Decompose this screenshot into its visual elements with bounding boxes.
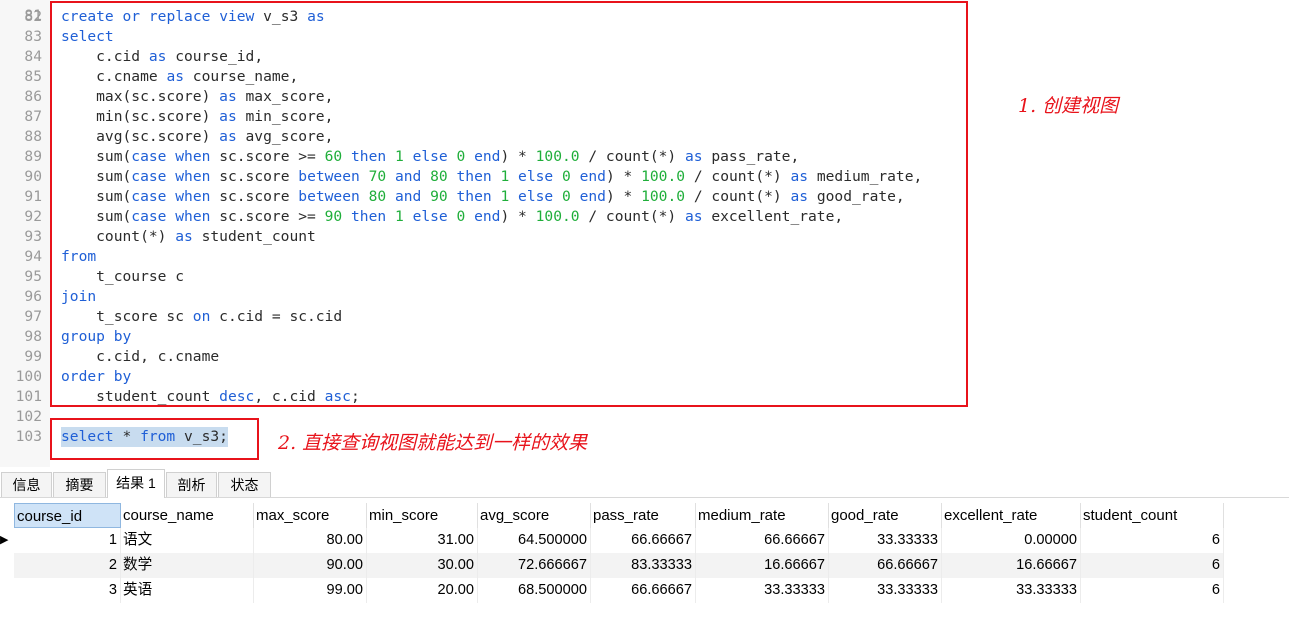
line-number: 89 bbox=[24, 148, 42, 165]
line-number: 91 bbox=[24, 188, 42, 205]
table-cell-pass-rate[interactable]: 83.33333 bbox=[591, 553, 696, 578]
column-header-medium-rate[interactable]: medium_rate bbox=[696, 503, 829, 528]
table-cell-avg-score[interactable]: 68.500000 bbox=[478, 578, 591, 603]
line-number: 92 bbox=[24, 208, 42, 225]
table-cell-max-score[interactable]: 80.00 bbox=[254, 528, 367, 553]
table-cell-course-name[interactable]: 英语 bbox=[121, 578, 254, 603]
table-cell-min-score[interactable]: 31.00 bbox=[367, 528, 478, 553]
table-cell-avg-score[interactable]: 64.500000 bbox=[478, 528, 591, 553]
tab-result-1[interactable]: 结果 1 bbox=[107, 469, 165, 498]
table-cell-course-id[interactable]: 3 bbox=[14, 578, 121, 603]
table-cell-medium-rate[interactable]: 16.66667 bbox=[696, 553, 829, 578]
column-header-student-count[interactable]: student_count bbox=[1081, 503, 1224, 528]
line-number: 101 bbox=[15, 388, 42, 405]
line-number: 94 bbox=[24, 248, 42, 265]
table-cell-max-score[interactable]: 90.00 bbox=[254, 553, 367, 578]
line-number: 98 bbox=[24, 328, 42, 345]
table-cell-good-rate[interactable]: 66.66667 bbox=[829, 553, 942, 578]
table-cell-avg-score[interactable]: 72.666667 bbox=[478, 553, 591, 578]
column-header-max-score[interactable]: max_score bbox=[254, 503, 367, 528]
column-header-pass-rate[interactable]: pass_rate bbox=[591, 503, 696, 528]
annotation-query-view: 2. 直接查询视图就能达到一样的效果 bbox=[278, 432, 588, 454]
column-header-avg-score[interactable]: avg_score bbox=[478, 503, 591, 528]
table-cell-medium-rate[interactable]: 66.66667 bbox=[696, 528, 829, 553]
tab-profile[interactable]: 剖析 bbox=[166, 472, 217, 497]
table-cell-medium-rate[interactable]: 33.33333 bbox=[696, 578, 829, 603]
table-cell-min-score[interactable]: 30.00 bbox=[367, 553, 478, 578]
line-number: 87 bbox=[24, 108, 42, 125]
tab-status[interactable]: 状态 bbox=[218, 472, 271, 497]
line-number: 99 bbox=[24, 348, 42, 365]
column-header-good-rate[interactable]: good_rate bbox=[829, 503, 942, 528]
line-number: 83 bbox=[24, 28, 42, 45]
table-cell-course-name[interactable]: 语文 bbox=[121, 528, 254, 553]
line-number: 93 bbox=[24, 228, 42, 245]
line-number: 103 bbox=[15, 428, 42, 445]
table-cell-good-rate[interactable]: 33.33333 bbox=[829, 578, 942, 603]
table-cell-good-rate[interactable]: 33.33333 bbox=[829, 528, 942, 553]
line-number: 96 bbox=[24, 288, 42, 305]
line-number: 100 bbox=[15, 368, 42, 385]
line-number: 82 bbox=[24, 8, 42, 25]
table-cell-course-name[interactable]: 数学 bbox=[121, 553, 254, 578]
line-number: 95 bbox=[24, 268, 42, 285]
line-number: 88 bbox=[24, 128, 42, 145]
column-header-excellent-rate[interactable]: excellent_rate bbox=[942, 503, 1081, 528]
table-cell-course-id[interactable]: 2 bbox=[14, 553, 121, 578]
view-definition-highlight-box bbox=[50, 1, 968, 407]
table-cell-course-id[interactable]: 1 bbox=[14, 528, 121, 553]
current-row-indicator-icon: ▶ bbox=[0, 534, 9, 546]
partial-line: 81 bbox=[0, 0, 42, 24]
table-cell-pass-rate[interactable]: 66.66667 bbox=[591, 578, 696, 603]
line-number: 90 bbox=[24, 168, 42, 185]
line-number: 84 bbox=[24, 48, 42, 65]
table-cell-excellent-rate[interactable]: 16.66667 bbox=[942, 553, 1081, 578]
result-tabs: 信息 摘要 结果 1 剖析 状态 bbox=[0, 469, 1289, 498]
column-header-course-name[interactable]: course_name bbox=[121, 503, 254, 528]
column-header-min-score[interactable]: min_score bbox=[367, 503, 478, 528]
tab-summary[interactable]: 摘要 bbox=[53, 472, 106, 497]
line-number: 86 bbox=[24, 88, 42, 105]
table-cell-student-count[interactable]: 6 bbox=[1081, 553, 1224, 578]
table-cell-student-count[interactable]: 6 bbox=[1081, 578, 1224, 603]
table-cell-min-score[interactable]: 20.00 bbox=[367, 578, 478, 603]
tab-info[interactable]: 信息 bbox=[1, 472, 52, 497]
annotation-create-view: 1. 创建视图 bbox=[1018, 95, 1119, 117]
sql-editor[interactable]: 81 82 create or replace view v_s3 as 83 sel… bbox=[0, 0, 1289, 467]
table-cell-max-score[interactable]: 99.00 bbox=[254, 578, 367, 603]
table-cell-excellent-rate[interactable]: 0.00000 bbox=[942, 528, 1081, 553]
line-number: 102 bbox=[15, 408, 42, 425]
table-cell-student-count[interactable]: 6 bbox=[1081, 528, 1224, 553]
column-header-course-id[interactable]: course_id bbox=[14, 503, 121, 528]
select-query-highlight-box bbox=[50, 418, 259, 460]
table-cell-pass-rate[interactable]: 66.66667 bbox=[591, 528, 696, 553]
line-number: 85 bbox=[24, 68, 42, 85]
line-number: 97 bbox=[24, 308, 42, 325]
table-cell-excellent-rate[interactable]: 33.33333 bbox=[942, 578, 1081, 603]
